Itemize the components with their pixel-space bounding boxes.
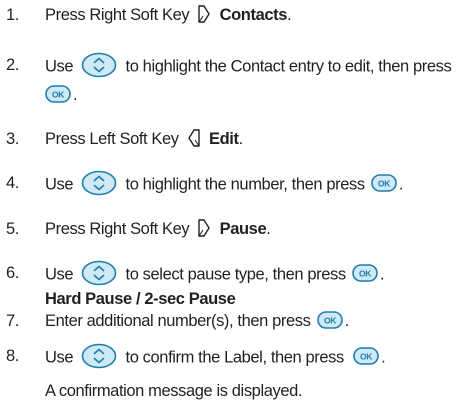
step-text-part: Use <box>45 57 74 76</box>
step-target-label: Contacts <box>219 6 288 24</box>
step-period: . <box>287 6 292 24</box>
step-text-part: Press Right Soft Key <box>45 220 190 238</box>
step-text: Use to highlight the number, then press … <box>45 172 459 198</box>
ok-key-label: OK <box>360 352 373 362</box>
ok-key-icon: OK <box>353 347 379 365</box>
step-period: . <box>344 312 350 330</box>
left-soft-key-icon <box>187 128 201 148</box>
navigation-key-icon <box>81 260 117 286</box>
ok-key-label: OK <box>52 89 65 99</box>
step-target-label: Pause <box>219 220 267 238</box>
instructions-page: 1. Press Right Soft Key Contacts. 2. Use… <box>0 0 459 411</box>
step-number: 6. <box>6 264 19 282</box>
step-text-part: Use <box>45 175 74 194</box>
ok-key-icon: OK <box>371 174 397 192</box>
step-text-part: Press Right Soft Key <box>45 6 190 24</box>
step-number: 8. <box>6 347 19 365</box>
step-text-part: to confirm the Label, then press <box>125 348 345 367</box>
step-number: 7. <box>6 312 19 330</box>
navigation-key-icon <box>81 343 117 369</box>
step-text-part: Use <box>45 348 74 367</box>
pause-type-options: Hard Pause / 2-sec Pause <box>45 290 236 308</box>
ok-key-label: OK <box>324 315 337 325</box>
ok-key-label: OK <box>378 179 391 189</box>
step-text-part: to highlight the number, then press <box>125 175 366 194</box>
step-text: Press Right Soft Key Pause. <box>45 218 459 240</box>
step-period: . <box>266 220 271 238</box>
step-text: Press Right Soft Key Contacts. <box>45 4 459 26</box>
step-period: . <box>238 130 244 148</box>
step-text: Press Left Soft Key Edit. <box>45 128 459 150</box>
step-text-part: to select pause type, then press <box>125 265 347 284</box>
step-text: Use to confirm the Label, then press OK. <box>45 345 459 371</box>
step-text-part: Use <box>45 265 74 284</box>
ok-key-icon: OK <box>317 311 343 329</box>
step-number: 5. <box>6 220 19 238</box>
step-text-part: Press Left Soft Key <box>45 130 179 148</box>
navigation-key-icon <box>81 170 117 196</box>
ok-key-icon: OK <box>352 264 378 282</box>
navigation-key-icon <box>81 52 117 78</box>
step-text-part: to highlight the Contact entry to edit, … <box>125 57 452 76</box>
step-period: . <box>381 348 386 367</box>
step-text: Enter additional number(s), then press O… <box>45 310 459 332</box>
step-period: . <box>398 175 404 194</box>
step-number: 1. <box>6 6 19 24</box>
right-soft-key-icon <box>197 218 211 238</box>
step-text: Use to select pause type, then press OK.… <box>45 262 459 310</box>
step-number: 4. <box>6 174 19 192</box>
step-period: . <box>379 265 385 284</box>
right-soft-key-icon <box>197 4 211 24</box>
step-number: 2. <box>6 56 19 74</box>
ok-key-label: OK <box>359 269 372 279</box>
confirmation-note: A confirmation message is displayed. <box>45 382 303 400</box>
step-number: 3. <box>6 130 19 148</box>
ok-key-icon: OK <box>45 85 71 103</box>
step-text: Use to highlight the Contact entry to ed… <box>45 54 459 106</box>
step-text-part: Enter additional number(s), then press <box>45 312 311 330</box>
step-period: . <box>73 86 78 104</box>
step-target-label: Edit <box>209 130 239 148</box>
